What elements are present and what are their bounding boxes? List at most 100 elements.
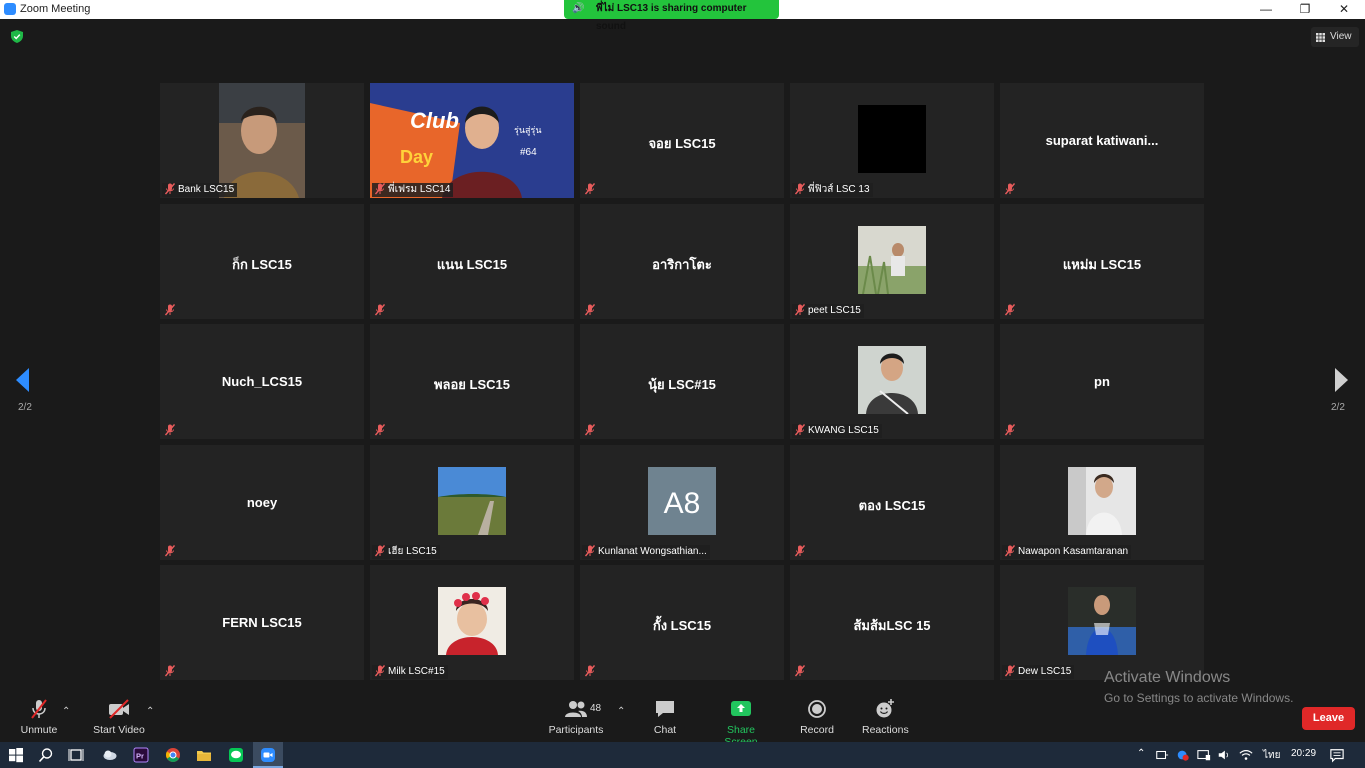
participant-tile[interactable]: กั้ง LSC15 <box>580 565 784 680</box>
participant-nameplate <box>1002 424 1019 438</box>
participant-tile[interactable]: peet LSC15 <box>790 204 994 319</box>
close-button[interactable]: ✕ <box>1324 0 1364 19</box>
audio-options-caret-icon[interactable]: ⌃ <box>62 706 70 717</box>
participant-nameplate <box>582 424 599 438</box>
view-button[interactable]: View <box>1311 27 1359 47</box>
weather-app-icon[interactable] <box>102 747 118 763</box>
muted-mic-icon <box>165 545 175 557</box>
windows-start-icon[interactable] <box>8 747 24 763</box>
file-explorer-icon[interactable] <box>196 747 212 763</box>
participant-tile[interactable]: FERN LSC15 <box>160 565 364 680</box>
participant-tile[interactable]: pn <box>1000 324 1204 439</box>
record-button[interactable]: Record <box>800 698 834 736</box>
participant-name-label: Dew LSC15 <box>1018 666 1072 677</box>
premiere-pro-icon[interactable]: Pr <box>133 747 149 763</box>
participant-tile[interactable]: เฮีย LSC15 <box>370 445 574 560</box>
participants-icon <box>565 701 587 717</box>
reactions-label: Reactions <box>862 724 909 736</box>
participant-name-label: Milk LSC#15 <box>388 666 445 677</box>
participant-tile[interactable]: แหม่ม LSC15 <box>1000 204 1204 319</box>
participant-tile[interactable]: Nuch_LCS15 <box>160 324 364 439</box>
share-screen-button[interactable]: Share Screen <box>709 698 773 748</box>
participant-display-name: แนน LSC15 <box>436 257 508 272</box>
speaker-icon: 🔊 <box>572 3 585 14</box>
participant-name-label: Bank LSC15 <box>178 184 235 195</box>
task-view-icon[interactable] <box>68 747 84 763</box>
muted-mic-icon <box>1005 304 1015 316</box>
participant-video <box>219 83 305 198</box>
network-device-icon[interactable] <box>1155 747 1169 763</box>
chat-label: Chat <box>653 724 677 736</box>
antivirus-icon[interactable] <box>1176 747 1190 763</box>
participant-tile[interactable]: ตอง LSC15 <box>790 445 994 560</box>
participant-tile[interactable]: ส้มส้มLSC 15 <box>790 565 994 680</box>
display-icon[interactable] <box>1197 747 1211 763</box>
participant-tile[interactable]: จอย LSC15 <box>580 83 784 198</box>
muted-mic-icon <box>585 665 595 677</box>
participant-tile[interactable]: Club Day รุ่นสู่รุ่น #64 พี่เฟรม LSC14 <box>370 83 574 198</box>
participant-nameplate <box>582 665 599 679</box>
participant-tile[interactable]: suparat katiwani... <box>1000 83 1204 198</box>
participant-tile[interactable]: แนน LSC15 <box>370 204 574 319</box>
clock-time[interactable]: 20:29 <box>1291 748 1316 759</box>
participant-nameplate: พี่เฟรม LSC14 <box>372 183 454 197</box>
participant-tile[interactable]: นุ้ย LSC#15 <box>580 324 784 439</box>
line-app-icon[interactable] <box>228 747 244 763</box>
participant-tile[interactable]: Nawapon Kasamtaranan <box>1000 445 1204 560</box>
sharing-sound-banner[interactable]: 🔊 พี่ไม่ LSC13 is sharing computer sound <box>564 0 779 32</box>
chat-button[interactable]: Chat <box>651 698 679 736</box>
window-titlebar: Zoom Meeting 🔊 พี่ไม่ LSC13 is sharing c… <box>0 0 1365 32</box>
participant-display-name: FERN LSC15 <box>222 615 302 630</box>
video-options-caret-icon[interactable]: ⌃ <box>146 706 154 717</box>
participant-tile[interactable]: noey <box>160 445 364 560</box>
previous-page-arrow-icon[interactable] <box>14 368 32 392</box>
participant-tile[interactable]: อาริกาโตะ <box>580 204 784 319</box>
participant-tile[interactable]: พลอย LSC15 <box>370 324 574 439</box>
participant-tile[interactable]: พี่ฟิวส์ LSC 13 <box>790 83 994 198</box>
participant-name-label: เฮีย LSC15 <box>388 546 437 557</box>
zoom-app-icon <box>4 3 16 15</box>
muted-mic-icon <box>585 424 595 436</box>
show-hidden-icons[interactable]: ⌃ <box>1137 748 1145 759</box>
participant-tile[interactable]: Milk LSC#15 <box>370 565 574 680</box>
participant-tile[interactable]: A8 Kunlanat Wongsathian... <box>580 445 784 560</box>
participant-gallery: Bank LSC15 Club Day รุ่นสู่รุ่น #64 พี่เฟรม L… <box>160 83 1205 680</box>
participant-nameplate <box>582 304 599 318</box>
input-language[interactable]: ไทย <box>1263 748 1280 763</box>
unmute-button[interactable]: Unmute <box>18 698 60 736</box>
participant-tile[interactable]: Bank LSC15 <box>160 83 364 198</box>
participant-display-name: แหม่ม LSC15 <box>1062 257 1142 272</box>
grid-view-icon <box>1316 33 1325 42</box>
notifications-icon[interactable] <box>1330 747 1344 763</box>
participant-tile[interactable]: Dew LSC15 <box>1000 565 1204 680</box>
participant-video <box>858 105 926 173</box>
maximize-button[interactable]: ❐ <box>1285 0 1325 19</box>
participants-caret-icon[interactable]: ⌃ <box>617 706 625 717</box>
chrome-icon[interactable] <box>165 747 181 763</box>
record-icon <box>808 700 826 718</box>
participant-display-name: ตอง LSC15 <box>858 498 926 513</box>
participant-display-name: pn <box>1094 374 1110 389</box>
start-video-button[interactable]: Start Video <box>92 698 146 736</box>
participant-nameplate <box>162 304 179 318</box>
search-icon[interactable] <box>38 747 54 763</box>
reactions-button[interactable]: Reactions <box>862 698 909 736</box>
muted-mic-icon <box>165 665 175 677</box>
video-off-icon <box>109 699 129 719</box>
participant-tile[interactable]: ก็ก LSC15 <box>160 204 364 319</box>
zoom-taskbar-item[interactable] <box>253 742 283 768</box>
participant-tile[interactable]: KWANG LSC15 <box>790 324 994 439</box>
svg-text:รุ่นสู่รุ่น: รุ่นสู่รุ่น <box>514 125 541 136</box>
participant-photo <box>858 346 926 415</box>
next-page-arrow-icon[interactable] <box>1332 368 1350 392</box>
participants-count: 48 <box>590 703 602 714</box>
leave-button[interactable]: Leave <box>1302 707 1355 730</box>
participant-nameplate: Milk LSC#15 <box>372 665 448 679</box>
security-shield-icon[interactable] <box>11 30 23 43</box>
participant-photo <box>858 226 926 295</box>
participant-nameplate: พี่ฟิวส์ LSC 13 <box>792 183 873 197</box>
volume-icon[interactable] <box>1217 747 1231 763</box>
wifi-icon[interactable] <box>1239 747 1253 763</box>
muted-mic-icon <box>1005 183 1015 195</box>
minimize-button[interactable]: — <box>1246 0 1286 19</box>
